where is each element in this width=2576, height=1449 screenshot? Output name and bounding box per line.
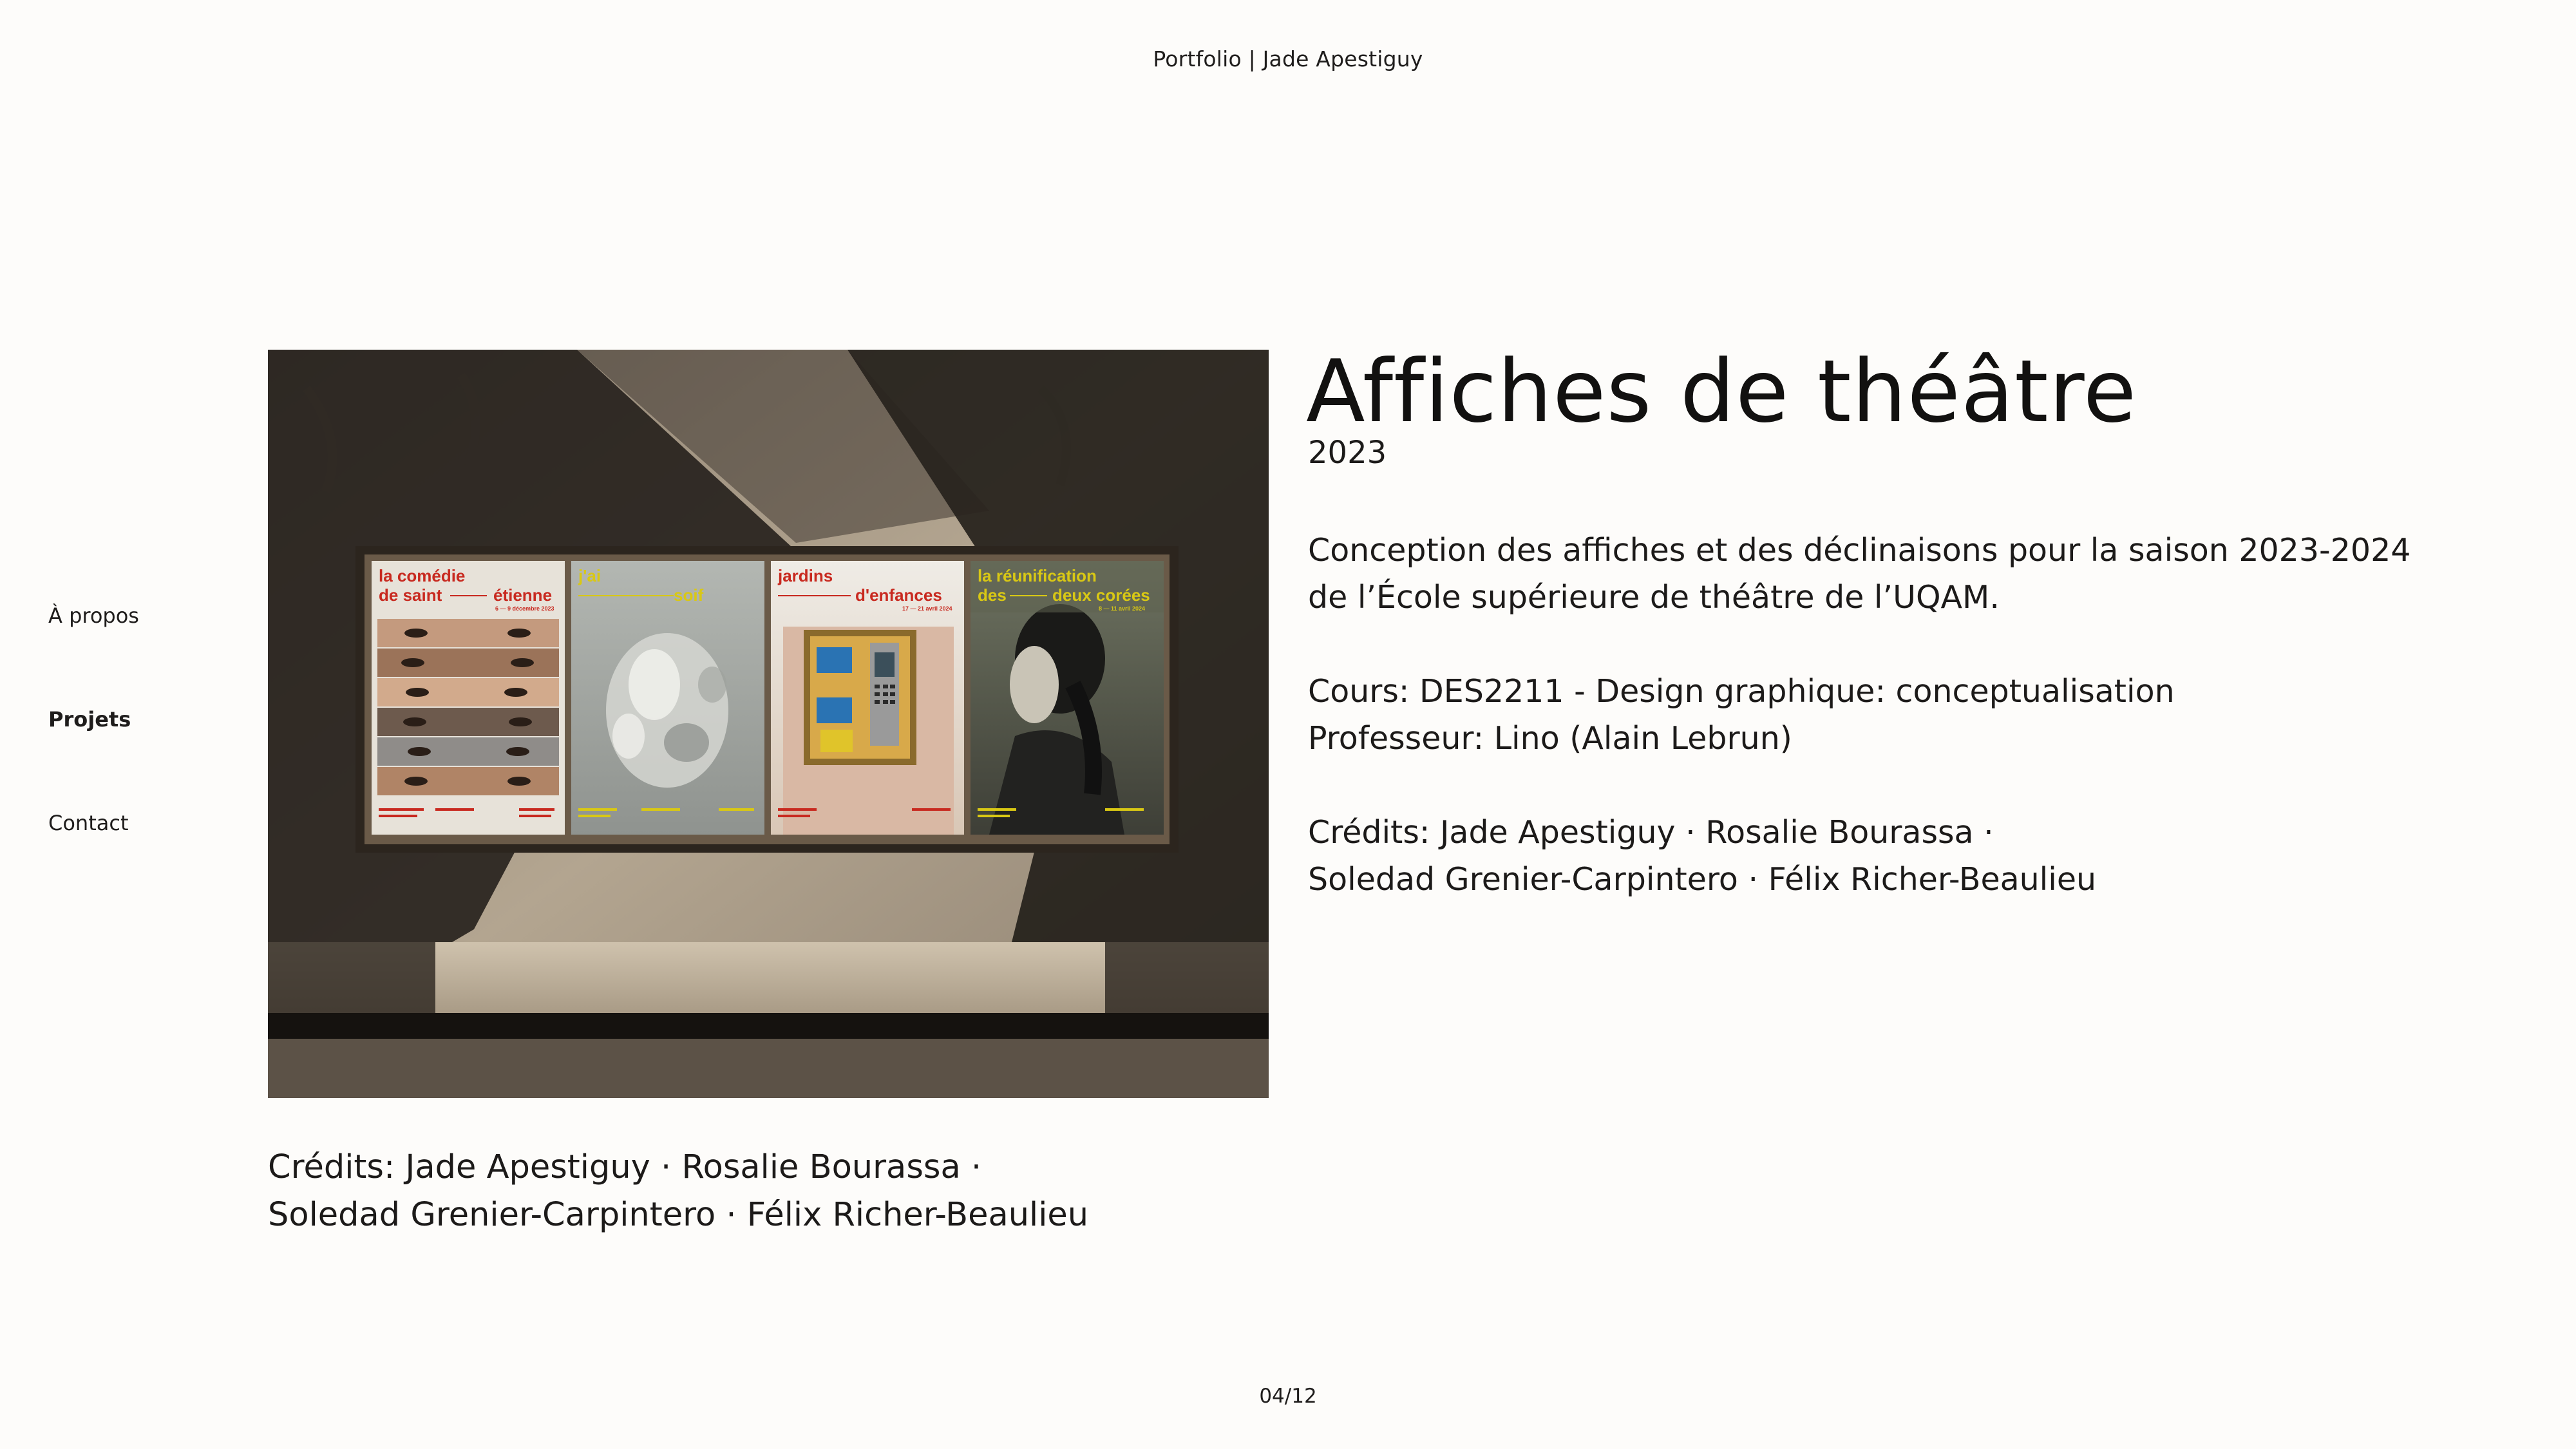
poster-mockup-photo: la comédie de saint étienne 6 — 9 décemb… bbox=[268, 350, 1269, 1098]
professor-info: Professeur: Lino (Alain Lebrun) bbox=[1308, 720, 1792, 757]
nav-item-projets[interactable]: Projets bbox=[48, 707, 131, 732]
credits-line-2: Soledad Grenier-Carpintero · Félix Riche… bbox=[1308, 861, 2097, 898]
poster-4-title-line2a: des bbox=[978, 585, 1007, 605]
caption-line-1: Crédits: Jade Apestiguy · Rosalie Bouras… bbox=[268, 1148, 982, 1186]
course-info: Cours: DES2211 - Design graphique: conce… bbox=[1308, 673, 2175, 710]
poster-4-title-line1: la réunification bbox=[978, 566, 1097, 585]
nav-item-contact[interactable]: Contact bbox=[48, 811, 129, 835]
caption-line-2: Soledad Grenier-Carpintero · Félix Riche… bbox=[268, 1196, 1089, 1234]
description-line-2: de l’École supérieure de théâtre de l’UQ… bbox=[1308, 579, 2000, 616]
credits-line-1: Crédits: Jade Apestiguy · Rosalie Bouras… bbox=[1308, 814, 1994, 851]
project-description: Conception des affiches et des déclinais… bbox=[1308, 527, 2532, 903]
site-title[interactable]: Portfolio | Jade Apestiguy bbox=[0, 46, 2576, 71]
poster-1-title-line2a: de saint bbox=[379, 585, 442, 605]
poster-3-date: 17 — 21 avril 2024 bbox=[902, 605, 952, 612]
poster-2-title-line2b: soif bbox=[674, 585, 704, 605]
poster-2-title-line1: j'ai bbox=[578, 566, 601, 585]
poster-3-title-line1: jardins bbox=[777, 566, 833, 585]
poster-1-title-line2b: étienne bbox=[493, 585, 552, 605]
poster-4-date: 8 — 11 avril 2024 bbox=[1099, 605, 1145, 612]
project-title: Affiches de théâtre bbox=[1306, 341, 2137, 442]
poster-3-title-line2b: d'enfances bbox=[855, 585, 942, 605]
poster-1-title-line1: la comédie bbox=[379, 566, 465, 585]
poster-jardins-denfances: jardins d'enfances 17 — 21 avril 2024 bbox=[771, 561, 964, 835]
project-year: 2023 bbox=[1308, 435, 1387, 471]
description-line-1: Conception des affiches et des déclinais… bbox=[1308, 532, 2411, 569]
poster-reunification-deux-corees: la réunification des deux corées 8 — 11 … bbox=[971, 561, 1164, 835]
poster-1-date: 6 — 9 décembre 2023 bbox=[495, 605, 554, 612]
project-hero-image[interactable]: la comédie de saint étienne 6 — 9 décemb… bbox=[268, 350, 1269, 1098]
poster-jai-soif: j'ai soif bbox=[571, 561, 764, 835]
nav-item-a-propos[interactable]: À propos bbox=[48, 603, 139, 628]
poster-4-title-line2b: deux corées bbox=[1052, 585, 1150, 605]
image-caption: Crédits: Jade Apestiguy · Rosalie Bouras… bbox=[268, 1144, 1273, 1239]
poster-comedie-saint-etienne: la comédie de saint étienne 6 — 9 décemb… bbox=[372, 561, 565, 835]
page-counter: 04/12 bbox=[1259, 1385, 1317, 1408]
